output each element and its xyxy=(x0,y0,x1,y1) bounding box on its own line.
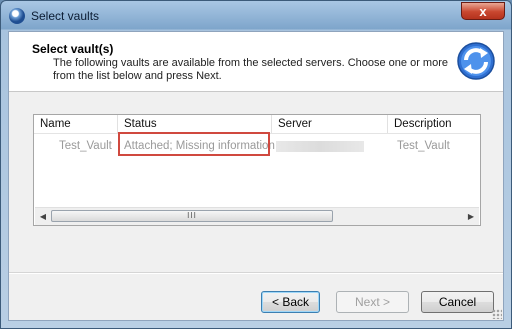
title-bar[interactable]: Select vaults x xyxy=(1,1,511,31)
column-header-server[interactable]: Server xyxy=(272,115,388,133)
scroll-right-icon[interactable]: ▶ xyxy=(463,208,479,225)
vault-description-cell: Test_Vault xyxy=(397,140,450,152)
back-button[interactable]: < Back xyxy=(261,291,320,313)
footer-divider xyxy=(9,272,503,274)
dialog-body: Select vault(s) The following vaults are… xyxy=(8,31,504,321)
scroll-thumb[interactable]: III xyxy=(51,210,333,222)
column-header-name[interactable]: Name xyxy=(34,115,118,133)
close-button[interactable]: x xyxy=(461,2,505,20)
vault-list[interactable]: Name Status Server Description Test_Vaul… xyxy=(33,114,481,226)
page-description: The following vaults are available from … xyxy=(53,57,448,82)
vault-name-cell: Test_Vault xyxy=(59,140,112,152)
column-header-status[interactable]: Status xyxy=(118,115,272,133)
horizontal-scrollbar[interactable]: ◀ III ▶ xyxy=(35,207,479,225)
next-button[interactable]: Next > xyxy=(336,291,409,313)
wizard-header: Select vault(s) The following vaults are… xyxy=(9,32,503,92)
page-title: Select vault(s) xyxy=(32,42,114,56)
status-highlight-box xyxy=(118,132,270,156)
redacted-server-name xyxy=(276,141,364,152)
resize-grip-icon[interactable] xyxy=(492,309,502,319)
column-header-description[interactable]: Description xyxy=(388,115,480,133)
window-title: Select vaults xyxy=(31,9,100,23)
app-icon xyxy=(9,8,25,24)
sync-arrows-icon xyxy=(457,42,495,80)
scroll-left-icon[interactable]: ◀ xyxy=(35,208,51,225)
cancel-button[interactable]: Cancel xyxy=(421,291,494,313)
dialog-window: Select vaults x Select vault(s) The foll… xyxy=(0,0,512,329)
